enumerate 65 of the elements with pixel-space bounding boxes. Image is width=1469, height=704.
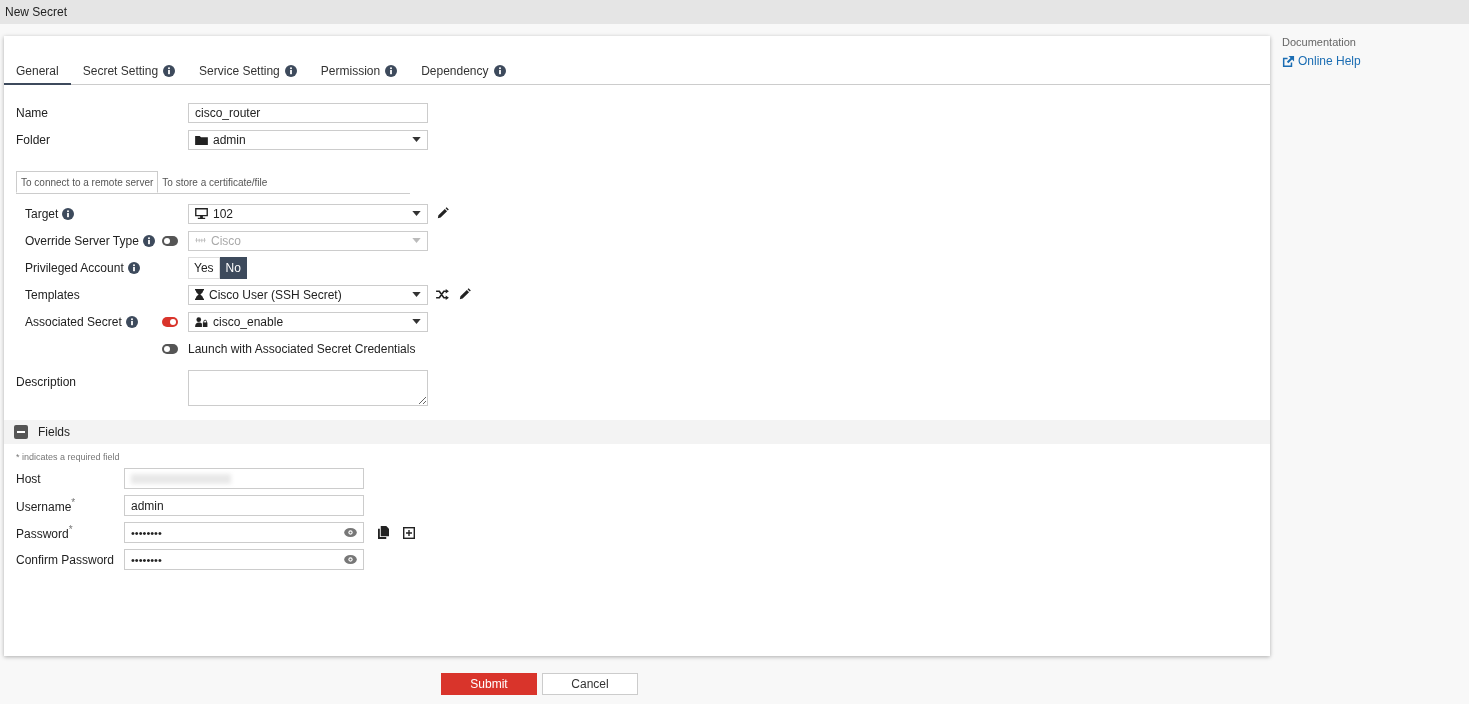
password-field[interactable]: •••••••• — [124, 522, 364, 543]
field-label: Target — [25, 206, 59, 221]
grid-icon — [195, 237, 206, 244]
field-label: Templates — [25, 287, 80, 302]
tab[interactable]: General — [4, 64, 71, 85]
sidebar-heading: Documentation — [1282, 36, 1357, 48]
required-note: * indicates a required field — [16, 452, 121, 462]
section-title: Fields — [38, 425, 70, 439]
field-label: Associated Secret — [25, 314, 122, 329]
field-label: Name — [16, 105, 49, 120]
caret-icon — [412, 319, 421, 324]
hourglass-icon — [195, 289, 204, 300]
tab[interactable]: Service Setting — [187, 64, 309, 85]
eye-icon[interactable] — [344, 555, 357, 564]
field-label: Folder — [16, 132, 51, 147]
text-field[interactable] — [124, 468, 364, 489]
info-icon — [142, 234, 155, 247]
external-link-icon — [1282, 54, 1295, 68]
template-select[interactable]: Cisco User (SSH Secret) — [188, 284, 428, 305]
help-link[interactable]: Online Help — [1282, 54, 1361, 68]
info-icon — [62, 207, 75, 220]
pencil-icon[interactable] — [458, 288, 471, 301]
caret-icon — [412, 238, 421, 243]
pencil-icon[interactable] — [436, 207, 449, 220]
field-label: Password$^{*}$ — [16, 524, 74, 541]
field-label: Override Server Type — [25, 233, 139, 248]
text-field[interactable]: admin — [124, 495, 364, 516]
caret-icon — [412, 137, 421, 142]
field-label: Privileged Account — [25, 260, 124, 275]
eye-icon[interactable] — [344, 528, 357, 537]
info-icon — [127, 261, 140, 274]
mode-tab[interactable]: To connect to a remote server — [16, 171, 159, 193]
mode-tab[interactable]: To store a certificate/file — [158, 171, 272, 193]
field-label: Confirm Password — [16, 552, 116, 567]
caret-icon — [412, 292, 421, 297]
section-header[interactable]: Fields — [4, 420, 1270, 444]
toggle-switch[interactable] — [162, 343, 178, 354]
copy-icon[interactable] — [378, 526, 389, 539]
info-icon — [125, 315, 138, 328]
collapse-icon[interactable] — [14, 425, 28, 439]
tab[interactable]: Dependency — [409, 64, 518, 85]
submit-button[interactable]: Submit — [441, 673, 537, 695]
target-select[interactable]: 102 — [188, 203, 428, 224]
secret-select[interactable]: cisco_enable — [188, 311, 428, 332]
cancel-button[interactable]: Cancel — [542, 673, 638, 695]
folder-select[interactable]: admin — [188, 129, 428, 150]
password-field[interactable]: •••••••• — [124, 549, 364, 570]
caret-icon — [412, 211, 421, 216]
user-lock-icon — [195, 316, 208, 327]
window-title: New Secret — [5, 5, 68, 19]
shuffle-icon[interactable] — [436, 289, 449, 300]
tab[interactable]: Secret Setting — [70, 64, 188, 85]
field-label: Username$^{*}$ — [16, 497, 77, 514]
monitor-icon — [195, 208, 208, 219]
toggle-label: Launch with Associated Secret Credentials — [188, 341, 416, 356]
name-field[interactable]: cisco_router — [188, 102, 428, 123]
choice-button[interactable]: Yes — [188, 256, 220, 279]
toggle-switch[interactable] — [162, 316, 178, 327]
field-label: Host — [16, 471, 42, 486]
description-field[interactable] — [188, 370, 428, 406]
choice-button[interactable]: No — [219, 256, 247, 279]
add-icon[interactable] — [403, 526, 415, 539]
field-label: Description — [16, 375, 78, 389]
folder-icon — [195, 134, 208, 145]
tab[interactable]: Permission — [308, 64, 410, 85]
